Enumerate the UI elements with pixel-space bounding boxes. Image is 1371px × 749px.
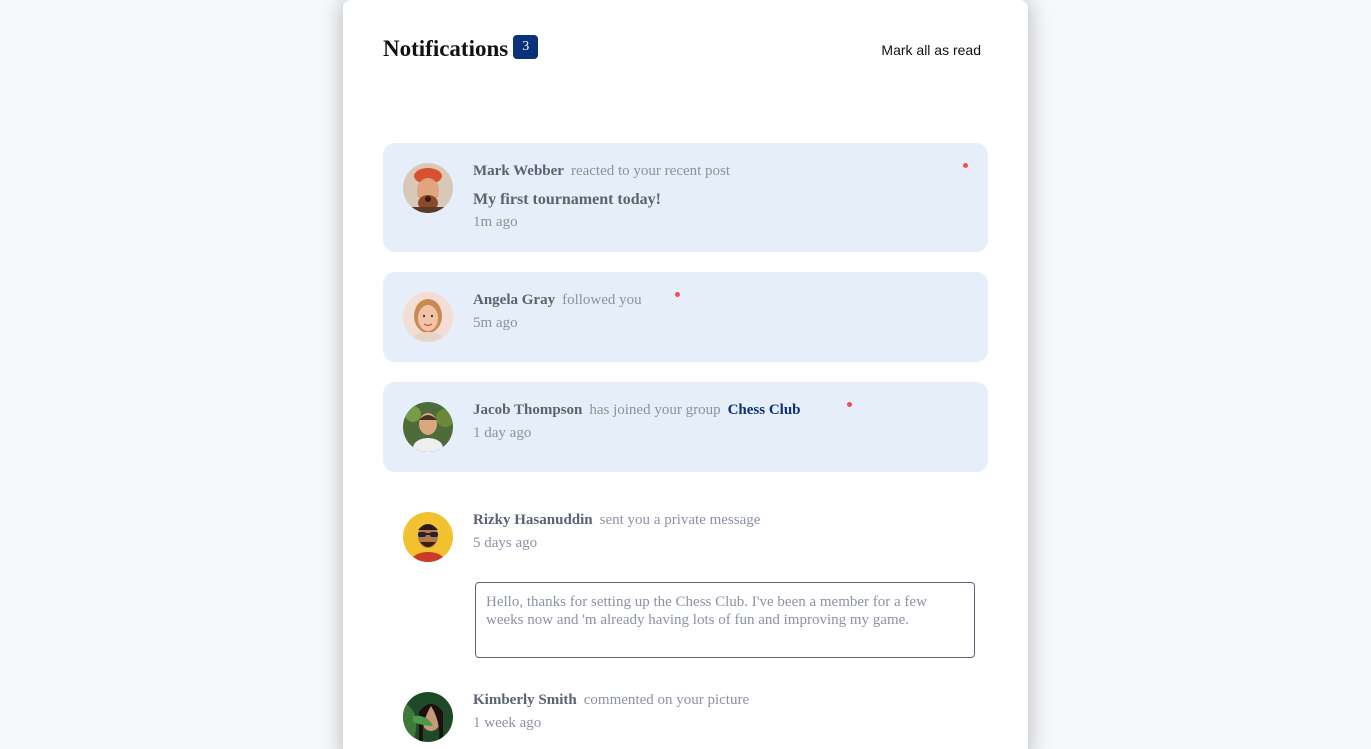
avatar-mark-webber[interactable]	[403, 163, 453, 213]
timestamp: 5m ago	[473, 315, 518, 331]
timestamp: 1 week ago	[473, 715, 542, 731]
red-dot-icon	[675, 292, 680, 297]
notification-action: has joined your group	[589, 402, 721, 418]
notification-item[interactable]: Kimberly Smith commented on your picture …	[383, 672, 988, 749]
user-name[interactable]: Angela Gray	[473, 292, 555, 308]
notification-item[interactable]: Angela Gray followed you 5m ago	[383, 272, 988, 362]
notification-text: Mark Webber reacted to your recent post	[473, 163, 730, 180]
avatar-kimberly-smith[interactable]	[403, 692, 453, 742]
notification-text: Angela Gray followed you	[473, 292, 642, 309]
unread-count-badge: 3	[513, 35, 539, 59]
private-message-box[interactable]: Hello, thanks for setting up the Chess C…	[475, 582, 975, 658]
timestamp: 5 days ago	[473, 535, 538, 551]
notification-action: followed you	[562, 292, 642, 308]
notifications-panel: Notifications 3 Mark all as read Mark We…	[343, 0, 1028, 749]
notification-action: sent you a private message	[599, 512, 761, 528]
notification-action: reacted to your recent post	[570, 163, 731, 179]
user-name[interactable]: Mark Webber	[473, 163, 564, 179]
timestamp: 1m ago	[473, 214, 518, 230]
post-title-link[interactable]: My first tournament today!	[473, 191, 661, 209]
avatar-rizky-hasanuddin[interactable]	[403, 512, 453, 562]
red-dot-icon	[847, 402, 852, 407]
user-name[interactable]: Rizky Hasanuddin	[473, 512, 593, 528]
group-link[interactable]: Chess Club	[728, 402, 801, 418]
notification-text: Rizky Hasanuddin sent you a private messa…	[473, 512, 760, 529]
avatar-jacob-thompson[interactable]	[403, 402, 453, 452]
user-name[interactable]: Jacob Thompson	[473, 402, 582, 418]
notification-item[interactable]: Jacob Thompson has joined your group Chess…	[383, 382, 988, 472]
notification-text: Jacob Thompson has joined your group Chess…	[473, 402, 801, 419]
notification-action: commented on your picture	[583, 692, 750, 708]
page-title: Notifications	[383, 36, 509, 61]
header: Notifications 3	[383, 35, 539, 62]
red-dot-icon	[963, 163, 968, 168]
mark-all-as-read-button[interactable]: Mark all as read	[881, 42, 981, 58]
timestamp: 1 day ago	[473, 425, 532, 441]
avatar-angela-gray[interactable]	[403, 292, 453, 342]
user-name[interactable]: Kimberly Smith	[473, 692, 577, 708]
notification-item[interactable]: Mark Webber reacted to your recent post M…	[383, 143, 988, 252]
notification-text: Kimberly Smith commented on your picture	[473, 692, 749, 709]
